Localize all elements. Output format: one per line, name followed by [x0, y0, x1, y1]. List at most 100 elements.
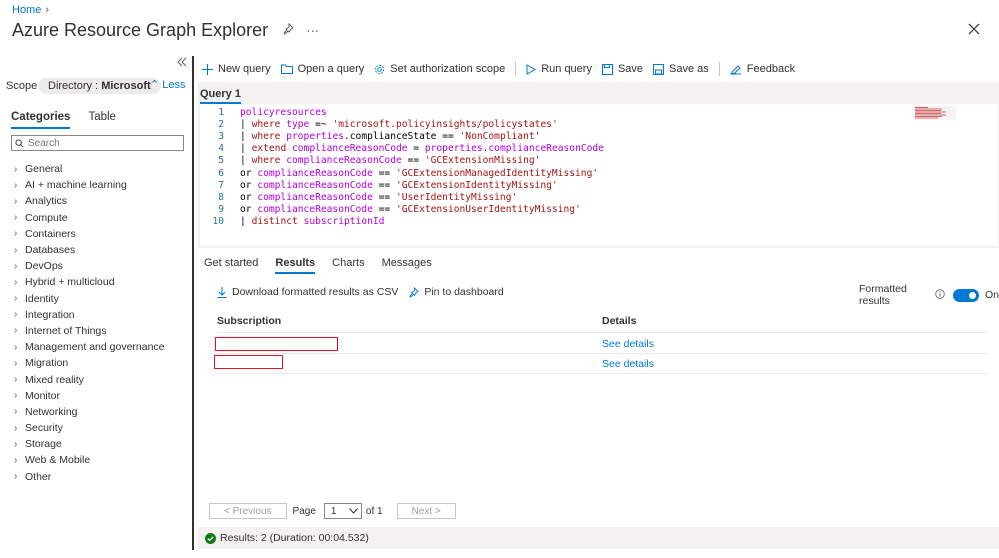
category-item[interactable]: › Analytics: [14, 193, 165, 209]
category-label: Internet of Things: [25, 324, 107, 337]
run-query-label: Run query: [541, 63, 592, 75]
chevron-right-icon: ›: [14, 390, 18, 402]
next-page-button[interactable]: Next >: [396, 503, 456, 519]
new-query-label: New query: [218, 63, 271, 75]
search-icon: [15, 138, 24, 147]
pin-icon[interactable]: [282, 22, 294, 38]
results-table-header: Subscription Details: [217, 315, 987, 333]
code-line: 2 | where type =~ 'microsoft.policyinsigh…: [200, 119, 558, 131]
collapse-panel-icon[interactable]: [176, 56, 188, 71]
feedback-button[interactable]: Feedback: [729, 63, 795, 75]
category-item[interactable]: › Hybrid + multicloud: [14, 274, 165, 290]
category-label: Security: [25, 422, 63, 435]
close-icon[interactable]: [967, 22, 983, 38]
category-label: Monitor: [25, 389, 61, 402]
download-csv-button[interactable]: Download formatted results as CSV: [217, 286, 398, 298]
pin-dashboard-button[interactable]: Pin to dashboard: [408, 286, 504, 298]
category-item[interactable]: › AI + machine learning: [14, 177, 165, 193]
category-item[interactable]: › Management and governance: [14, 339, 165, 355]
category-item[interactable]: › Identity: [14, 291, 165, 307]
see-details-link[interactable]: See details: [602, 358, 654, 370]
scope-pill[interactable]: Directory : Microsoft: [38, 78, 161, 94]
tab-results[interactable]: Results: [275, 257, 316, 274]
download-csv-label: Download formatted results as CSV: [232, 286, 399, 298]
chevron-right-icon: ›: [14, 454, 18, 466]
toolbar: New query Open a query Set authorization…: [202, 62, 805, 76]
editor-minimap[interactable]: [914, 106, 956, 120]
open-query-button[interactable]: Open a query: [280, 63, 365, 75]
save-as-label: Save as: [669, 63, 709, 75]
set-auth-scope-button[interactable]: Set authorization scope: [374, 63, 505, 75]
code-line: 7 or complianceReasonCode == 'GCExtension…: [200, 180, 557, 192]
line-number: 6: [218, 167, 224, 179]
line-number: 1: [218, 107, 224, 118]
tab-categories[interactable]: Categories: [11, 111, 71, 129]
breadcrumb-home-link[interactable]: Home: [12, 4, 41, 16]
page-title-row: Azure Resource Graph Explorer ···: [12, 20, 319, 41]
redacted-subscription: [215, 337, 338, 351]
category-item[interactable]: › Internet of Things: [14, 323, 165, 339]
category-item[interactable]: › Integration: [14, 307, 165, 323]
previous-page-button[interactable]: < Previous: [209, 503, 287, 519]
chevron-up-icon: ⌃: [150, 79, 160, 91]
category-item[interactable]: › Storage: [14, 436, 165, 452]
category-label: Databases: [25, 244, 76, 257]
category-item[interactable]: › Networking: [14, 404, 165, 420]
chevron-right-icon: ›: [14, 471, 18, 483]
info-icon: [935, 288, 946, 302]
page-title: Azure Resource Graph Explorer: [12, 20, 269, 40]
column-header-subscription[interactable]: Subscription: [217, 315, 281, 327]
column-header-details[interactable]: Details: [602, 315, 636, 327]
category-item[interactable]: › Web & Mobile: [14, 452, 165, 468]
search-input[interactable]: [28, 137, 168, 149]
category-item[interactable]: › General: [14, 161, 165, 177]
category-item[interactable]: › DevOps: [14, 258, 165, 274]
category-item[interactable]: › Mixed reality: [14, 371, 165, 387]
set-auth-scope-label: Set authorization scope: [390, 63, 506, 75]
pin-dashboard-label: Pin to dashboard: [424, 286, 504, 298]
category-label: Hybrid + multicloud: [25, 276, 115, 289]
category-item[interactable]: › Databases: [14, 242, 165, 258]
search-field[interactable]: [11, 135, 184, 151]
less-button[interactable]: ⌃ Less: [150, 78, 186, 91]
less-label: Less: [162, 79, 186, 91]
success-check-icon: [205, 532, 216, 544]
save-icon: [601, 63, 613, 75]
line-number: 4: [218, 143, 224, 155]
code-text: policyresources: [240, 107, 327, 118]
chevron-right-icon: ›: [14, 341, 18, 353]
chevron-right-icon: ›: [14, 212, 18, 224]
save-button[interactable]: Save: [601, 63, 643, 75]
formatted-results-control: Formatted results On: [859, 283, 999, 307]
run-query-button[interactable]: Run query: [526, 63, 592, 75]
see-details-link[interactable]: See details: [602, 338, 654, 350]
category-item[interactable]: › Migration: [14, 355, 165, 371]
code-text: | extend complianceReasonCode = properti…: [240, 143, 604, 155]
page-select[interactable]: 1: [323, 503, 362, 519]
category-item[interactable]: › Other: [14, 469, 165, 485]
line-number: 3: [218, 131, 224, 143]
code-line: 3 | where properties.complianceState == '…: [200, 131, 540, 143]
table-row: See details: [215, 334, 987, 354]
open-query-label: Open a query: [297, 63, 365, 75]
tab-get-started[interactable]: Get started: [204, 257, 258, 274]
category-item[interactable]: › Security: [14, 420, 165, 436]
query-editor[interactable]: 1 policyresources 2 | where type =~ 'micros…: [200, 104, 998, 246]
category-item[interactable]: › Compute: [14, 210, 165, 226]
line-number: 9: [218, 203, 224, 215]
code-text: or complianceReasonCode == 'GCExtensionM…: [240, 167, 599, 179]
code-line: 10 | distinct subscriptionId: [200, 216, 384, 228]
save-as-button[interactable]: Save as: [653, 63, 709, 75]
new-query-button[interactable]: New query: [202, 63, 271, 75]
tab-query-1[interactable]: Query 1: [200, 88, 241, 104]
chevron-right-icon: ›: [14, 406, 18, 418]
tab-charts[interactable]: Charts: [332, 257, 364, 274]
category-item[interactable]: › Containers: [14, 226, 165, 242]
formatted-results-toggle[interactable]: [953, 288, 979, 302]
tab-table[interactable]: Table: [88, 111, 116, 129]
tab-messages[interactable]: Messages: [382, 257, 432, 274]
category-item[interactable]: › Monitor: [14, 388, 165, 404]
save-as-icon: [653, 63, 665, 75]
redacted-subscription: [214, 355, 283, 369]
more-options-icon[interactable]: ···: [306, 23, 319, 38]
